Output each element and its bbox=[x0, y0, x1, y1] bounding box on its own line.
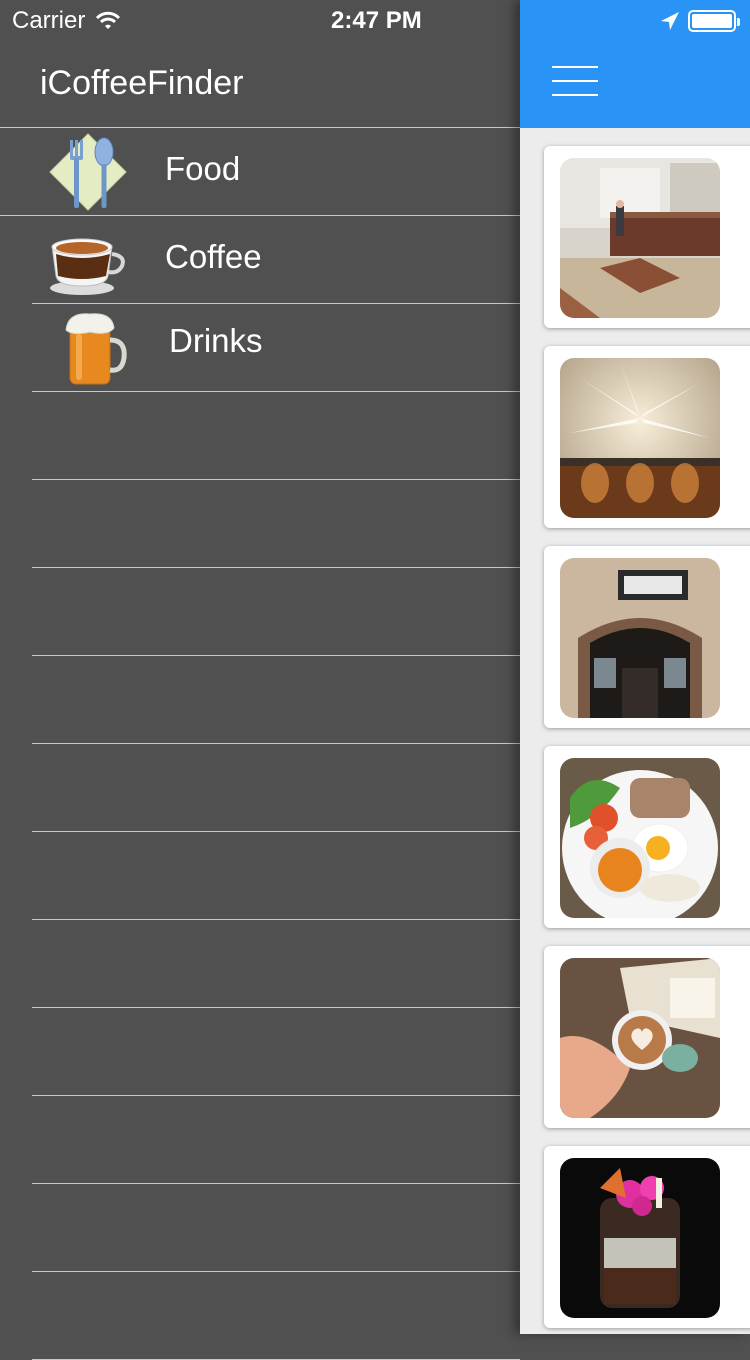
carrier-label: Carrier bbox=[12, 7, 86, 34]
empty-row bbox=[32, 656, 520, 744]
wifi-icon bbox=[96, 11, 121, 29]
place-thumbnail bbox=[560, 758, 720, 918]
menu-item-food[interactable]: Food bbox=[0, 128, 520, 216]
app-title: iCoffeeFinder bbox=[40, 64, 244, 102]
coffee-cup-icon bbox=[50, 238, 125, 295]
category-menu: Food Coffee Drinks bbox=[0, 128, 520, 1360]
empty-row bbox=[32, 920, 520, 1008]
empty-row bbox=[32, 1184, 520, 1272]
menu-item-drinks[interactable]: Drinks bbox=[32, 304, 520, 392]
empty-row bbox=[32, 744, 520, 832]
menu-item-label: Coffee bbox=[165, 238, 262, 275]
place-card[interactable] bbox=[544, 946, 750, 1128]
main-content-panel[interactable] bbox=[520, 0, 750, 1334]
empty-row bbox=[32, 392, 520, 480]
place-list bbox=[544, 146, 750, 1334]
empty-row bbox=[32, 1008, 520, 1096]
place-thumbnail bbox=[560, 1158, 720, 1318]
place-thumbnail bbox=[560, 558, 720, 718]
battery-icon bbox=[688, 10, 740, 32]
side-drawer: Carrier 2:47 PM iCoffeeFinder Food Coffe… bbox=[0, 0, 520, 1360]
menu-item-label: Drinks bbox=[169, 322, 263, 359]
status-bar-left: Carrier bbox=[12, 6, 121, 36]
place-card[interactable] bbox=[544, 546, 750, 728]
status-time: 2:47 PM bbox=[331, 7, 422, 34]
nav-bar bbox=[520, 0, 750, 128]
place-card[interactable] bbox=[544, 746, 750, 928]
beer-mug-icon bbox=[65, 313, 127, 385]
place-card[interactable] bbox=[544, 1146, 750, 1328]
place-thumbnail bbox=[560, 158, 720, 318]
hamburger-menu-icon[interactable] bbox=[552, 66, 598, 98]
empty-row bbox=[32, 832, 520, 920]
empty-row bbox=[32, 568, 520, 656]
place-card[interactable] bbox=[544, 346, 750, 528]
place-thumbnail bbox=[560, 958, 720, 1118]
empty-row bbox=[32, 1272, 520, 1360]
menu-item-coffee[interactable]: Coffee bbox=[32, 216, 520, 304]
empty-row bbox=[32, 480, 520, 568]
place-thumbnail bbox=[560, 358, 720, 518]
menu-item-label: Food bbox=[165, 150, 241, 187]
place-card[interactable] bbox=[544, 146, 750, 328]
empty-row bbox=[32, 1096, 520, 1184]
location-arrow-icon bbox=[661, 12, 679, 30]
fork-spoon-icon bbox=[49, 133, 127, 211]
